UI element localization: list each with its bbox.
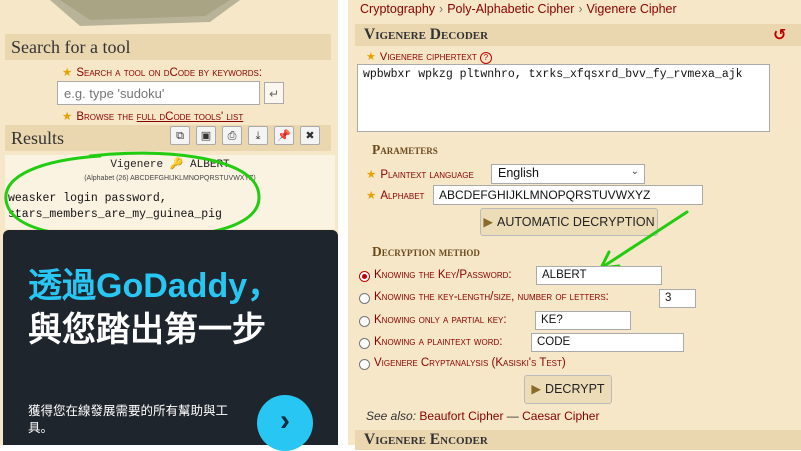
- see-also-link[interactable]: Caesar Cipher: [522, 409, 599, 423]
- plaintext-language-label-text: Plaintext language: [380, 169, 474, 181]
- ad-arrow-button[interactable]: ›: [257, 395, 313, 451]
- pin-icon[interactable]: 📌: [274, 126, 294, 145]
- breadcrumb-separator: ›: [439, 2, 444, 16]
- decrypt-label: DECRYPT: [545, 382, 605, 396]
- play-icon: ▶: [483, 215, 493, 229]
- partial-key-input[interactable]: KE?: [535, 311, 631, 330]
- decryption-method-heading: Decryption method: [372, 244, 480, 259]
- plaintext-language-select[interactable]: English ⌄: [491, 164, 645, 184]
- ad-title-line2: 與您踏出第一步: [28, 311, 266, 349]
- radio-key-length[interactable]: [359, 293, 370, 304]
- method-label-cryptanalysis: Vigenere Cryptanalysis (Kasiski's Test): [374, 357, 566, 369]
- see-also: See also: Beaufort Cipher — Caesar Ciphe…: [366, 409, 599, 423]
- ad-title-line1: 透過GoDaddy，: [28, 267, 282, 305]
- encoder-heading: Vigenere Encoder: [355, 430, 801, 450]
- alphabet-label: ★ Alphabet: [366, 188, 424, 202]
- search-label-text: Search a tool on dCode by keywords:: [76, 67, 263, 79]
- method-label-plaintext-word: Knowing a plaintext word:: [374, 336, 503, 348]
- ciphertext-label-text: Vigenere ciphertext: [379, 51, 477, 63]
- star-icon: ★: [62, 111, 73, 123]
- browse-label: ★ Browse the full dCode tools' list: [62, 109, 243, 123]
- breadcrumb-separator: ›: [578, 2, 583, 16]
- ciphertext-label: ★ Vigenere ciphertext?: [366, 50, 492, 64]
- star-icon: ★: [366, 169, 377, 181]
- download-icon[interactable]: ⤓: [248, 126, 268, 145]
- see-also-separator: —: [503, 409, 523, 423]
- plaintext-language-label: ★ Plaintext language: [366, 167, 474, 181]
- close-icon[interactable]: ✖: [300, 126, 320, 145]
- star-icon: ★: [62, 67, 73, 79]
- play-icon: ▶: [531, 382, 542, 396]
- copy-icon[interactable]: ⧉: [170, 126, 190, 145]
- radio-known-key[interactable]: [359, 271, 370, 282]
- chevron-down-icon: ⌄: [630, 166, 639, 177]
- alphabet-input[interactable]: ABCDEFGHIJKLMNOPQRSTUVWXYZ: [433, 185, 703, 205]
- refresh-icon[interactable]: ↺: [773, 25, 786, 45]
- print-icon[interactable]: ⎙: [222, 126, 242, 145]
- radio-partial-key[interactable]: [359, 316, 370, 327]
- search-label: ★ Search a tool on dCode by keywords:: [62, 65, 262, 79]
- see-also-link[interactable]: Beaufort Cipher: [419, 409, 503, 423]
- method-label-known-key: Knowing the Key/Password:: [374, 269, 512, 281]
- decoder-heading: Vigenere Decoder: [355, 24, 801, 46]
- tools-list-link[interactable]: full dCode tools' list: [137, 111, 244, 123]
- plaintext-language-value: English: [498, 166, 539, 180]
- radio-cryptanalysis[interactable]: [359, 359, 370, 370]
- save-icon[interactable]: ▣: [196, 126, 216, 145]
- key-length-input[interactable]: 3: [659, 289, 696, 308]
- breadcrumb-item[interactable]: Cryptography: [360, 2, 435, 16]
- breadcrumb-item[interactable]: Vigenere Cipher: [587, 2, 677, 16]
- help-icon[interactable]: ?: [479, 52, 492, 64]
- breadcrumb: Cryptography › Poly-Alphabetic Cipher › Vige…: [360, 2, 677, 16]
- search-heading: Search for a tool: [5, 34, 331, 60]
- star-icon: ★: [366, 190, 377, 202]
- ad-subtitle: 獲得您在線發展需要的所有幫助與工具。: [28, 404, 229, 435]
- method-label-key-length: Knowing the key-length/size, number of l…: [374, 291, 609, 303]
- radio-plaintext-word[interactable]: [359, 338, 370, 349]
- enter-icon[interactable]: ↵: [264, 82, 284, 104]
- star-icon: ★: [366, 51, 376, 63]
- see-also-label: See also:: [366, 409, 417, 423]
- browse-prefix: Browse the: [76, 111, 137, 123]
- annotation-arrow: [599, 210, 689, 270]
- key-input[interactable]: ALBERT: [536, 266, 662, 285]
- ciphertext-textarea[interactable]: wpbwbxr wpkzg pltwnhro, txrks_xfqsxrd_bv…: [357, 64, 770, 132]
- search-input[interactable]: [57, 81, 260, 105]
- breadcrumb-item[interactable]: Poly-Alphabetic Cipher: [447, 2, 574, 16]
- plaintext-word-input[interactable]: CODE: [531, 333, 684, 352]
- decrypt-button[interactable]: ▶ DECRYPT: [524, 375, 612, 404]
- method-label-partial-key: Knowing only a partial key:: [374, 314, 507, 326]
- parameters-heading: Parameters: [372, 142, 438, 157]
- banner-image: [50, 0, 240, 26]
- alphabet-label-text: Alphabet: [380, 190, 425, 202]
